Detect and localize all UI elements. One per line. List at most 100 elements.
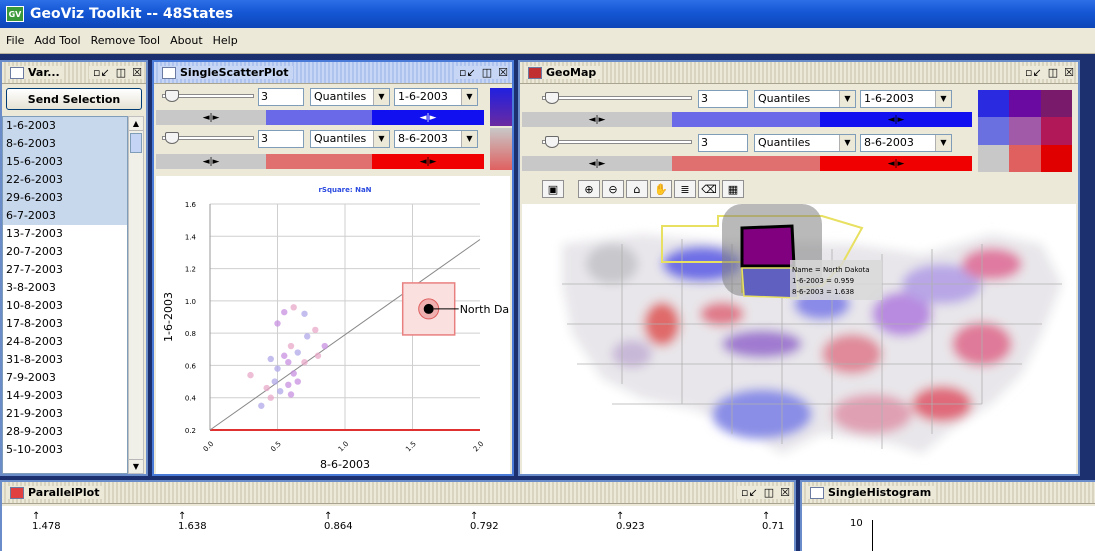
variable-list-item[interactable]: 22-6-2003 xyxy=(3,171,127,189)
menu-remove-tool[interactable]: Remove Tool xyxy=(91,34,161,47)
send-selection-button[interactable]: Send Selection xyxy=(6,88,142,110)
x-class-slider[interactable] xyxy=(542,92,692,104)
data-point[interactable] xyxy=(281,352,288,359)
grid-icon[interactable]: ▦ xyxy=(722,180,744,198)
scroll-up-icon[interactable]: ▲ xyxy=(129,117,143,131)
data-point[interactable] xyxy=(290,304,297,311)
bin-divider-handle[interactable]: ◄|► xyxy=(420,113,437,123)
highlighted-point[interactable] xyxy=(423,303,434,314)
close-icon[interactable]: ☒ xyxy=(132,66,142,79)
variable-list-item[interactable]: 3-8-2003 xyxy=(3,279,127,297)
y-bin-bar-mid[interactable] xyxy=(266,154,372,169)
variable-list-item[interactable]: 1-6-2003 xyxy=(3,117,127,135)
menu-help[interactable]: Help xyxy=(213,34,238,47)
close-icon[interactable]: ☒ xyxy=(780,486,790,499)
variable-list-scrollbar[interactable]: ▲ ▼ xyxy=(128,116,144,474)
x-bin-bar-mid[interactable] xyxy=(672,112,820,127)
north-dakota-state[interactable] xyxy=(740,224,796,268)
histogram-canvas[interactable]: 10 xyxy=(802,506,1095,551)
variable-list-item[interactable]: 17-8-2003 xyxy=(3,315,127,333)
variable-list-item[interactable]: 14-9-2003 xyxy=(3,387,127,405)
x-class-slider[interactable] xyxy=(162,90,254,102)
data-point[interactable] xyxy=(301,310,308,317)
x-variable-select[interactable]: 1-6-2003 ▼ xyxy=(860,90,952,108)
reset-selection-icon[interactable]: ⌫ xyxy=(698,180,720,198)
y-variable-select[interactable]: 8-6-2003 ▼ xyxy=(394,130,478,148)
maximize-icon[interactable]: ◫ xyxy=(764,486,774,499)
menu-about[interactable]: About xyxy=(170,34,203,47)
slider-knob[interactable] xyxy=(165,132,179,144)
y-bin-bar-low[interactable]: ◄|► xyxy=(522,156,672,171)
data-point[interactable] xyxy=(285,359,292,366)
south-dakota-state[interactable] xyxy=(741,267,799,299)
data-point[interactable] xyxy=(294,378,301,385)
scroll-thumb[interactable] xyxy=(130,133,142,153)
y-classification-method-select[interactable]: Quantiles ▼ xyxy=(754,134,856,152)
data-point[interactable] xyxy=(321,342,328,350)
variable-list-item[interactable]: 20-7-2003 xyxy=(3,243,127,261)
minimize-icon[interactable]: ▫↙ xyxy=(741,486,758,499)
data-point[interactable] xyxy=(267,394,274,401)
x-variable-select[interactable]: 1-6-2003 ▼ xyxy=(394,88,478,106)
variable-list-item[interactable]: 10-8-2003 xyxy=(3,297,127,315)
variable-list-item[interactable]: 29-6-2003 xyxy=(3,189,127,207)
x-bin-bar-low[interactable]: ◄|► xyxy=(156,110,266,125)
data-point[interactable] xyxy=(294,349,301,356)
pan-hand-icon[interactable]: ✋ xyxy=(650,180,672,198)
variable-list-item[interactable]: 24-8-2003 xyxy=(3,333,127,351)
bin-divider-handle[interactable]: ◄|► xyxy=(589,159,606,169)
bin-divider-handle[interactable]: ◄|► xyxy=(203,113,220,123)
scroll-down-icon[interactable]: ▼ xyxy=(129,459,143,473)
y-classification-method-select[interactable]: Quantiles ▼ xyxy=(310,130,390,148)
data-point[interactable] xyxy=(271,378,278,385)
x-classification-method-select[interactable]: Quantiles ▼ xyxy=(754,90,856,108)
bin-divider-handle[interactable]: ◄|► xyxy=(888,159,905,169)
y-class-count-field[interactable]: 3 xyxy=(698,134,748,152)
y-variable-select[interactable]: 8-6-2003 ▼ xyxy=(860,134,952,152)
data-point[interactable] xyxy=(285,381,292,388)
menu-add-tool[interactable]: Add Tool xyxy=(34,34,80,47)
x-class-count-field[interactable]: 3 xyxy=(698,90,748,108)
maximize-icon[interactable]: ◫ xyxy=(1048,66,1058,79)
data-point[interactable] xyxy=(287,391,295,398)
variable-list-item[interactable]: 15-6-2003 xyxy=(3,153,127,171)
scatterplot-canvas[interactable]: 1.6 1.4 1.2 1.0 0.8 0.6 0.4 0.2 0.0 0.5 1.0 1.5 2.0 r… xyxy=(156,176,510,474)
data-point[interactable] xyxy=(274,320,281,327)
bin-divider-handle[interactable]: ◄|► xyxy=(203,157,220,167)
x-bin-bar-high[interactable]: ◄|► xyxy=(372,110,484,125)
maximize-icon[interactable]: ◫ xyxy=(482,66,492,79)
variable-list-item[interactable]: 27-7-2003 xyxy=(3,261,127,279)
data-point[interactable] xyxy=(312,326,319,334)
data-point[interactable] xyxy=(274,365,281,372)
variable-list-item[interactable]: 21-9-2003 xyxy=(3,405,127,423)
parallel-plot-canvas[interactable]: ↑ 1.478 ↑ 1.638 ↑ 0.864 ↑ 0.792 ↑ 0.923 ↑ 0.71 xyxy=(2,506,794,551)
minimize-icon[interactable]: ▫↙ xyxy=(459,66,476,79)
bin-divider-handle[interactable]: ◄|► xyxy=(589,115,606,125)
slider-knob[interactable] xyxy=(545,92,559,104)
y-bin-bar-mid[interactable] xyxy=(672,156,820,171)
close-icon[interactable]: ☒ xyxy=(498,66,508,79)
variable-list-item[interactable]: 8-6-2003 xyxy=(3,135,127,153)
variable-list-item[interactable]: 13-7-2003 xyxy=(3,225,127,243)
data-point[interactable] xyxy=(314,352,322,359)
layers-icon[interactable]: ≣ xyxy=(674,180,696,198)
data-point[interactable] xyxy=(263,384,270,392)
bin-divider-handle[interactable]: ◄|► xyxy=(420,157,437,167)
data-point[interactable] xyxy=(267,355,274,363)
close-icon[interactable]: ☒ xyxy=(1064,66,1074,79)
x-bin-bar-high[interactable]: ◄|► xyxy=(820,112,972,127)
x-bin-bar-low[interactable]: ◄|► xyxy=(522,112,672,127)
data-point[interactable] xyxy=(290,370,297,377)
data-point[interactable] xyxy=(281,308,288,316)
zoom-in-icon[interactable]: ⊕ xyxy=(578,180,600,198)
slider-knob[interactable] xyxy=(545,136,559,148)
minimize-icon[interactable]: ▫↙ xyxy=(1025,66,1042,79)
x-classification-method-select[interactable]: Quantiles ▼ xyxy=(310,88,390,106)
variable-list-item[interactable]: 6-7-2003 xyxy=(3,207,127,225)
select-tool-icon[interactable]: ▣ xyxy=(542,180,564,198)
data-point[interactable] xyxy=(304,333,311,340)
home-icon[interactable]: ⌂ xyxy=(626,180,648,198)
menu-file[interactable]: File xyxy=(6,34,24,47)
y-bin-bar-low[interactable]: ◄|► xyxy=(156,154,266,169)
y-bin-bar-high[interactable]: ◄|► xyxy=(372,154,484,169)
